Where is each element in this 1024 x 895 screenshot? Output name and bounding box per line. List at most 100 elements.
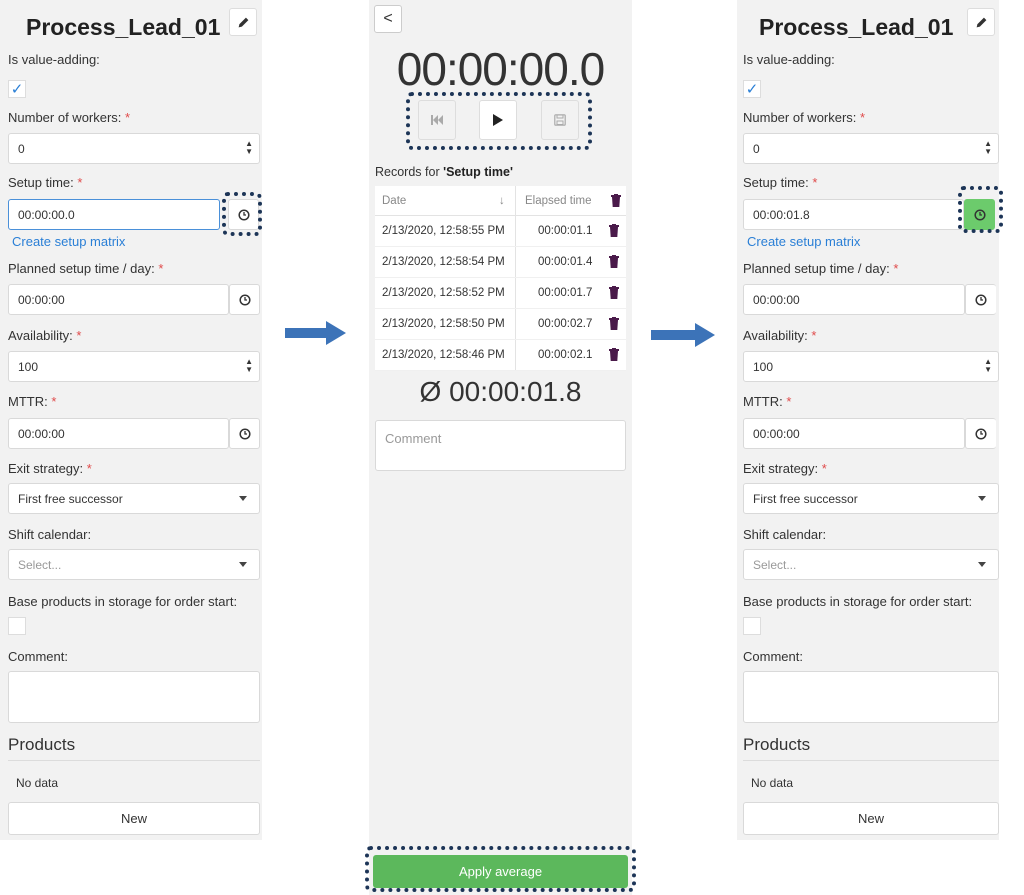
planned-setup-value: 00:00:00	[18, 292, 65, 307]
highlight-marker	[222, 192, 262, 236]
shift-calendar-select[interactable]: Select...	[743, 549, 999, 580]
trash-icon[interactable]	[609, 224, 619, 237]
table-row: 2/13/2020, 12:58:46 PM 00:00:02.1	[375, 340, 626, 371]
exit-strategy-value: First free successor	[18, 491, 123, 506]
stepper-icon[interactable]: ▲ ▼	[984, 140, 992, 156]
exit-strategy-select[interactable]: First free successor	[743, 483, 999, 514]
record-elapsed: 00:00:01.7	[538, 287, 593, 299]
planned-setup-input[interactable]: 00:00:00	[743, 284, 965, 315]
create-setup-matrix-link[interactable]: Create setup matrix	[12, 234, 125, 249]
setup-time-label: Setup time: *	[743, 175, 818, 190]
setup-time-value: 00:00:01.8	[753, 207, 810, 222]
highlight-marker	[365, 846, 636, 892]
value-adding-checkbox[interactable]: ✓	[8, 80, 26, 98]
stepper-icon[interactable]: ▲ ▼	[245, 140, 253, 156]
comment-label: Comment:	[743, 649, 803, 664]
record-elapsed: 00:00:01.4	[538, 256, 593, 268]
new-product-button[interactable]: New	[743, 802, 999, 835]
trash-icon[interactable]	[609, 286, 619, 299]
date-column-header[interactable]: Date	[382, 195, 406, 207]
setup-time-input[interactable]: 00:00:00.0	[8, 199, 220, 230]
edit-button[interactable]	[967, 8, 995, 36]
exit-strategy-value: First free successor	[753, 491, 858, 506]
column-separator	[515, 309, 516, 339]
stepper-icon[interactable]: ▲ ▼	[984, 358, 992, 374]
trash-icon[interactable]	[609, 317, 619, 330]
exit-strategy-label: Exit strategy: *	[8, 461, 92, 476]
no-data-text: No data	[16, 776, 59, 790]
workers-input[interactable]: 0 ▲ ▼	[743, 133, 999, 164]
mttr-stopwatch-button[interactable]	[229, 418, 260, 449]
workers-label: Number of workers: *	[8, 110, 131, 125]
base-products-label: Base products in storage for order start…	[743, 594, 973, 609]
availability-input[interactable]: 100 ▲ ▼	[743, 351, 999, 382]
new-product-button[interactable]: New	[8, 802, 260, 835]
exit-strategy-select[interactable]: First free successor	[8, 483, 260, 514]
planned-stopwatch-button[interactable]	[965, 284, 996, 315]
arrow-right-icon	[326, 321, 346, 345]
arrow-shaft	[285, 328, 327, 338]
mttr-label: MTTR: *	[8, 394, 57, 409]
value-adding-label: Is value-adding:	[8, 52, 100, 67]
record-date: 2/13/2020, 12:58:54 PM	[382, 256, 505, 268]
planned-stopwatch-button[interactable]	[229, 284, 260, 315]
planned-setup-input[interactable]: 00:00:00	[8, 284, 229, 315]
comment-textarea[interactable]	[743, 671, 999, 723]
create-setup-matrix-link[interactable]: Create setup matrix	[747, 234, 860, 249]
availability-value: 100	[753, 359, 774, 374]
divider	[8, 760, 260, 761]
workers-value: 0	[18, 141, 25, 156]
pencil-icon	[238, 17, 248, 27]
column-separator	[515, 247, 516, 277]
setup-time-value: 00:00:00.0	[18, 207, 75, 222]
record-date: 2/13/2020, 12:58:52 PM	[382, 287, 505, 299]
highlight-marker	[958, 186, 1003, 233]
column-separator	[515, 340, 516, 370]
stepper-icon[interactable]: ▲ ▼	[245, 358, 253, 374]
workers-input[interactable]: 0 ▲ ▼	[8, 133, 260, 164]
stopwatch-display: 00:00:00.0	[396, 43, 605, 95]
table-row: 2/13/2020, 12:58:50 PM 00:00:02.7	[375, 309, 626, 340]
record-elapsed: 00:00:01.1	[538, 225, 593, 237]
availability-input[interactable]: 100 ▲ ▼	[8, 351, 260, 382]
table-header: Date ↓ Elapsed time	[375, 186, 626, 216]
workers-label: Number of workers: *	[743, 110, 866, 125]
column-separator	[515, 216, 516, 246]
exit-strategy-label: Exit strategy: *	[743, 461, 827, 476]
no-data-text: No data	[751, 776, 794, 790]
left-form-panel: Process_Lead_01 Is value-adding: ✓ Numbe…	[0, 0, 262, 840]
shift-calendar-select[interactable]: Select...	[8, 549, 260, 580]
records-table: Date ↓ Elapsed time 2/13/2020, 12:58:55 …	[375, 186, 626, 371]
availability-label: Availability: *	[8, 328, 82, 343]
average-time: Ø 00:00:01.8	[419, 376, 582, 407]
value-adding-label: Is value-adding:	[743, 52, 835, 67]
table-row: 2/13/2020, 12:58:55 PM 00:00:01.1	[375, 216, 626, 247]
products-title: Products	[743, 735, 811, 754]
arrow-right-icon	[695, 323, 715, 347]
elapsed-column-header[interactable]: Elapsed time	[525, 195, 591, 207]
value-adding-checkbox[interactable]: ✓	[743, 80, 761, 98]
trash-icon[interactable]	[609, 255, 619, 268]
setup-time-input[interactable]: 00:00:01.8	[743, 199, 964, 230]
edit-button[interactable]	[229, 8, 257, 36]
base-products-checkbox[interactable]	[8, 617, 26, 635]
record-elapsed: 00:00:02.7	[538, 318, 593, 330]
mttr-input[interactable]: 00:00:00	[8, 418, 229, 449]
sort-arrow-icon[interactable]: ↓	[499, 195, 505, 207]
stopwatch-comment-textarea[interactable]: Comment	[375, 420, 626, 471]
comment-label: Comment:	[8, 649, 68, 664]
comment-textarea[interactable]	[8, 671, 260, 723]
shift-calendar-placeholder: Select...	[18, 557, 62, 572]
trash-icon[interactable]	[609, 348, 619, 361]
mttr-stopwatch-button[interactable]	[965, 418, 996, 449]
trash-icon[interactable]	[611, 194, 621, 207]
availability-value: 100	[18, 359, 39, 374]
base-products-checkbox[interactable]	[743, 617, 761, 635]
right-form-panel: Process_Lead_01 Is value-adding: ✓ Numbe…	[737, 0, 999, 840]
back-button[interactable]: <	[374, 5, 402, 33]
checkmark-icon: ✓	[745, 81, 759, 98]
pencil-icon	[976, 17, 986, 27]
mttr-input[interactable]: 00:00:00	[743, 418, 965, 449]
planned-setup-label: Planned setup time / day: *	[743, 261, 899, 276]
caret-down-icon	[239, 562, 247, 567]
